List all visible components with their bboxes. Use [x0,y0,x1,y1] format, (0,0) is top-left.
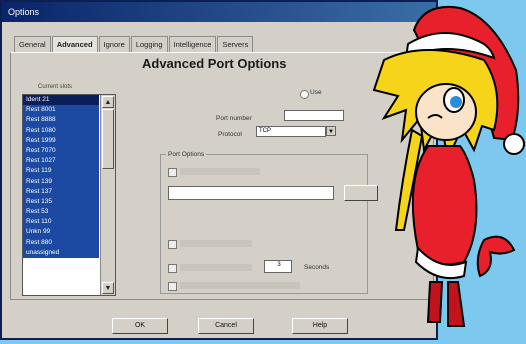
ribbon-bow [476,235,516,278]
list-item[interactable]: Ident 21 [23,95,99,106]
list-item[interactable]: Rest 880 [23,237,99,248]
use-radio[interactable] [300,90,309,99]
list-item[interactable]: Rest 1027 [23,156,99,167]
tab-intelligence[interactable]: Intelligence [168,36,217,52]
port-options-group [160,154,368,294]
protocol-select[interactable]: TCP [256,126,326,137]
list-scrollbar[interactable]: ▲ ▼ [100,95,115,295]
port-options-title: Port Options [166,151,207,158]
red-dress [411,145,478,266]
iris [450,96,462,108]
port-number-label: Port number [216,115,252,122]
list-item[interactable]: Unkn 99 [23,227,99,238]
list-item[interactable]: Rest 1999 [23,135,99,146]
tab-advanced[interactable]: Advanced [51,36,98,52]
list-item[interactable]: Rest 7070 [23,145,99,157]
path-input[interactable] [168,186,334,200]
protocol-dropdown-icon[interactable]: ▼ [326,126,336,136]
option-checkbox-2[interactable] [168,240,177,249]
ok-button[interactable]: OK [112,318,168,334]
current-slots-label: Current slots [38,84,73,90]
tab-servers[interactable]: Servers [217,36,254,52]
disabled-option-text [180,282,300,289]
port-number-input[interactable] [284,110,344,121]
slots-listbox[interactable]: Ident 21 Rest 8001 Rest 8888 Rest 1080 R… [22,94,116,296]
disabled-option-text [180,240,252,247]
scroll-down-icon[interactable]: ▼ [102,282,114,294]
disabled-option-text [180,264,252,271]
hat-pompom [503,133,525,155]
scroll-up-icon[interactable]: ▲ [102,96,114,108]
list-item[interactable]: Rest 119 [23,166,99,177]
list-item[interactable]: Rest 139 [23,176,99,187]
list-item[interactable]: Rest 8888 [23,115,99,126]
use-label: Use [310,89,322,96]
cancel-button[interactable]: Cancel [198,318,254,334]
list-item[interactable]: Rest 1080 [23,125,99,136]
right-boot [447,281,466,327]
protocol-label: Protocol [218,131,242,138]
tab-strip: General Advanced Ignore Logging Intellig… [14,36,254,52]
list-item[interactable]: Rest 135 [23,196,99,208]
tab-ignore[interactable]: Ignore [98,36,130,52]
list-item[interactable]: Rest 8001 [23,105,99,116]
page-title: Advanced Port Options [142,56,287,71]
list-item[interactable]: Rest 110 [23,217,99,228]
disabled-option-text [180,168,260,175]
santa-girl-illustration [372,6,525,327]
scroll-thumb[interactable] [102,109,114,169]
option-checkbox-3[interactable] [168,264,177,273]
seconds-label: Seconds [304,264,330,271]
list-item[interactable]: Rest 53 [23,207,99,218]
tab-logging[interactable]: Logging [130,36,168,52]
seconds-input[interactable]: 3 [264,260,292,273]
list-item[interactable]: Rest 137 [23,186,99,197]
option-checkbox-1[interactable] [168,168,177,177]
tab-general[interactable]: General [14,36,51,52]
help-button[interactable]: Help [292,318,348,334]
left-boot [426,281,444,323]
list-item[interactable]: unassigned [23,247,99,258]
option-checkbox-4[interactable] [168,282,177,291]
